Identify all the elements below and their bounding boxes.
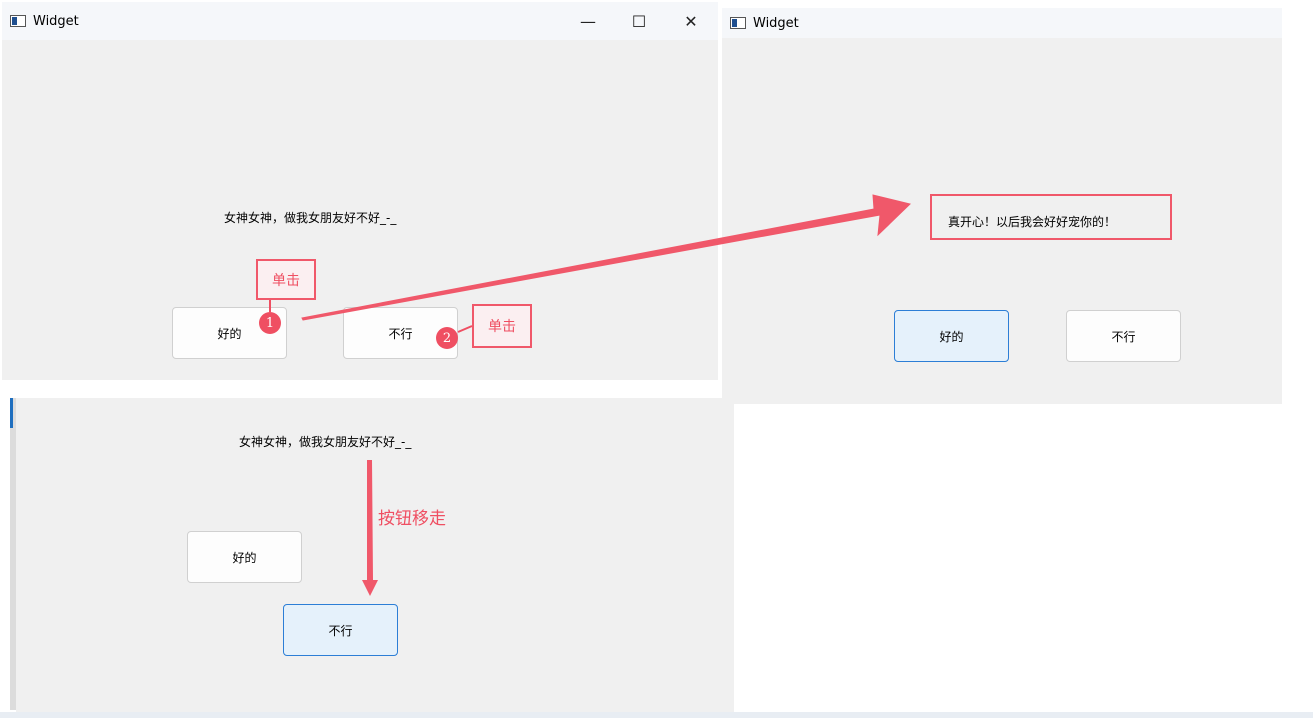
yes-button[interactable]: 好的 bbox=[894, 310, 1009, 362]
window-icon bbox=[10, 15, 26, 27]
click-callout-2: 单击 bbox=[472, 304, 532, 348]
step-1-badge: 1 bbox=[259, 312, 281, 334]
no-button[interactable]: 不行 bbox=[283, 604, 398, 656]
move-away-label: 按钮移走 bbox=[378, 509, 446, 529]
yes-button[interactable]: 好的 bbox=[187, 531, 302, 583]
click-callout-1: 单击 bbox=[256, 259, 316, 300]
close-icon[interactable]: ✕ bbox=[668, 2, 714, 40]
message-highlight-box bbox=[930, 194, 1172, 240]
window-icon bbox=[730, 17, 746, 29]
maximize-icon[interactable]: ☐ bbox=[616, 2, 662, 40]
no-button[interactable]: 不行 bbox=[1066, 310, 1181, 362]
widget-window-1: Widget — ☐ ✕ 女神女神，做我女朋友好不好_-_ 好的 不行 bbox=[2, 2, 718, 380]
background-window-accent bbox=[10, 398, 13, 428]
question-label: 女神女神，做我女朋友好不好_-_ bbox=[239, 435, 412, 449]
title-bar[interactable]: Widget bbox=[722, 8, 1282, 38]
question-label: 女神女神，做我女朋友好不好_-_ bbox=[224, 211, 397, 225]
minimize-icon[interactable]: — bbox=[565, 2, 611, 40]
window-title: Widget bbox=[33, 13, 79, 29]
taskbar-strip bbox=[0, 712, 1313, 718]
window-title: Widget bbox=[753, 15, 799, 31]
title-bar[interactable]: Widget — ☐ ✕ bbox=[2, 2, 718, 40]
step-2-badge: 2 bbox=[436, 327, 458, 349]
widget-window-3: 女神女神，做我女朋友好不好_-_ 好的 不行 bbox=[16, 398, 734, 712]
